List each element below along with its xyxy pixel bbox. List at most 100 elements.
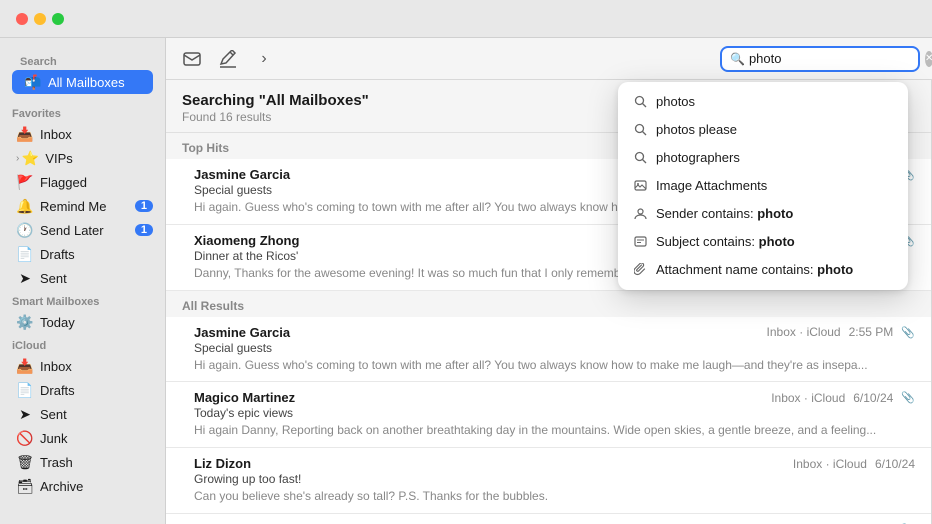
sidebar-item-icloud-trash[interactable]: 🗑 Trash [4,450,161,474]
icloud-archive-label: Archive [40,479,83,494]
search-input-wrapper: 🔍 ✕ [720,46,920,72]
icloud-sent-icon: ➤ [16,405,34,423]
smart-mailboxes-label: Smart Mailboxes [0,290,165,310]
email-subject-all-1: Special guests [194,341,915,355]
icloud-junk-label: Junk [40,431,67,446]
email-all-3[interactable]: Liz Dizon Inbox · iCloud 6/10/24 Growing… [166,448,931,514]
titlebar [0,0,932,38]
suggestion-attachment-contains[interactable]: Attachment name contains: photo [618,256,908,284]
image-attachments-icon [632,178,648,194]
remind-me-icon: 🔔 [16,197,34,215]
search-input[interactable] [749,51,925,66]
icloud-drafts-icon: 📄 [16,381,34,399]
search-suggestion-icon-1 [632,94,648,110]
suggestion-sender-contains[interactable]: Sender contains: photo [618,200,908,228]
sender-icon [632,206,648,222]
compose-icon-btn[interactable] [214,45,242,73]
all-mailboxes-icon: 📬 [24,73,42,91]
envelope-icon [183,51,201,67]
sidebar-item-drafts[interactable]: 📄 Drafts [4,242,161,266]
inbox-icon: 📥 [16,125,34,143]
suggestion-subject-contains[interactable]: Subject contains: photo [618,228,908,256]
email-subject-all-3: Growing up too fast! [194,472,915,486]
inbox-label: Inbox [40,127,72,142]
search-suggestion-icon-2 [632,122,648,138]
email-sender-1: Jasmine Garcia [194,167,290,182]
suggestion-text-6: Subject contains: photo [656,234,795,249]
attachment-icon [632,262,648,278]
today-label: Today [40,315,75,330]
search-clear-button[interactable]: ✕ [925,51,932,67]
icloud-trash-label: Trash [40,455,73,470]
icloud-trash-icon: 🗑 [16,453,34,471]
traffic-lights [0,5,76,33]
chevron-icon-btn[interactable]: › [250,45,278,73]
suggestion-text-5: Sender contains: photo [656,206,793,221]
sidebar-item-vips[interactable]: › ⭐ VIPs [4,146,161,170]
suggestion-photos[interactable]: photos [618,88,908,116]
sidebar-item-sent[interactable]: ➤ Sent [4,266,161,290]
all-results-label: All Results [166,291,931,317]
sidebar-item-all-mailboxes[interactable]: 📬 All Mailboxes [12,70,153,94]
email-sender-2: Xiaomeng Zhong [194,233,299,248]
maximize-button[interactable] [52,13,64,25]
drafts-label: Drafts [40,247,75,262]
sidebar-item-icloud-drafts[interactable]: 📄 Drafts [4,378,161,402]
window-body: Search 📬 All Mailboxes Favorites 📥 Inbox… [0,38,932,524]
chevron-icon: › [261,50,266,68]
email-preview-all-1: Hi again. Guess who's coming to town wit… [194,357,915,374]
attachment-indicator-all-1: 📎 [901,326,915,339]
sidebar-item-flagged[interactable]: 🚩 Flagged [4,170,161,194]
remind-me-label: Remind Me [40,199,106,214]
favorites-label: Favorites [0,102,165,122]
suggestion-image-attachments[interactable]: Image Attachments [618,172,908,200]
envelope-icon-btn[interactable] [178,45,206,73]
search-dropdown: photos photos please photo [618,82,908,290]
sidebar: Search 📬 All Mailboxes Favorites 📥 Inbox… [0,38,166,524]
email-meta-all-2: Inbox · iCloud 6/10/24 📎 [771,391,915,405]
suggestion-photos-please[interactable]: photos please [618,116,908,144]
suggestion-photographers[interactable]: photographers [618,144,908,172]
suggestion-text-4: Image Attachments [656,178,767,193]
icloud-junk-icon: 🚫 [16,429,34,447]
sent-label: Sent [40,271,67,286]
suggestion-text-1: photos [656,94,695,109]
minimize-button[interactable] [34,13,46,25]
email-time-all-2: 6/10/24 [853,391,893,405]
email-all-4[interactable]: Xiaomeng Zhong Inbox · iCloud 6/7/24 📎 D… [166,514,931,524]
email-header-all-1: Jasmine Garcia Inbox · iCloud 2:55 PM 📎 [194,325,915,340]
all-mailboxes-label: All Mailboxes [48,75,125,90]
email-header-all-2: Magico Martinez Inbox · iCloud 6/10/24 📎 [194,390,915,405]
icloud-archive-icon: 🗃 [16,477,34,495]
email-preview-all-3: Can you believe she's already so tall? P… [194,488,915,505]
sidebar-item-icloud-archive[interactable]: 🗃 Archive [4,474,161,498]
compose-icon [219,50,237,68]
sidebar-item-remind-me[interactable]: 🔔 Remind Me 1 [4,194,161,218]
sidebar-item-inbox[interactable]: 📥 Inbox [4,122,161,146]
email-sender-all-2: Magico Martinez [194,390,295,405]
flagged-label: Flagged [40,175,87,190]
sidebar-item-icloud-inbox[interactable]: 📥 Inbox [4,354,161,378]
icloud-inbox-label: Inbox [40,359,72,374]
close-button[interactable] [16,13,28,25]
email-meta-all-1: Inbox · iCloud 2:55 PM 📎 [767,325,915,339]
mail-window: Search 📬 All Mailboxes Favorites 📥 Inbox… [0,0,932,524]
remind-me-badge: 1 [135,200,153,212]
sidebar-search-section: Search 📬 All Mailboxes [0,46,165,102]
email-sender-all-3: Liz Dizon [194,456,251,471]
sidebar-item-send-later[interactable]: 🕐 Send Later 1 [4,218,161,242]
today-icon: ⚙️ [16,313,34,331]
email-sender-all-1: Jasmine Garcia [194,325,290,340]
sidebar-item-icloud-junk[interactable]: 🚫 Junk [4,426,161,450]
email-all-1[interactable]: Jasmine Garcia Inbox · iCloud 2:55 PM 📎 … [166,317,931,383]
top-toolbar: › 🔍 ✕ photos [166,38,932,80]
attachment-indicator-all-2: 📎 [901,391,915,404]
email-preview-all-2: Hi again Danny, Reporting back on anothe… [194,422,915,439]
flagged-icon: 🚩 [16,173,34,191]
search-magnify-icon: 🔍 [730,52,745,66]
sidebar-item-today[interactable]: ⚙️ Today [4,310,161,334]
suggestion-text-2: photos please [656,122,737,137]
email-meta-all-3: Inbox · iCloud 6/10/24 [793,457,915,471]
email-all-2[interactable]: Magico Martinez Inbox · iCloud 6/10/24 📎… [166,382,931,448]
sidebar-item-icloud-sent[interactable]: ➤ Sent [4,402,161,426]
